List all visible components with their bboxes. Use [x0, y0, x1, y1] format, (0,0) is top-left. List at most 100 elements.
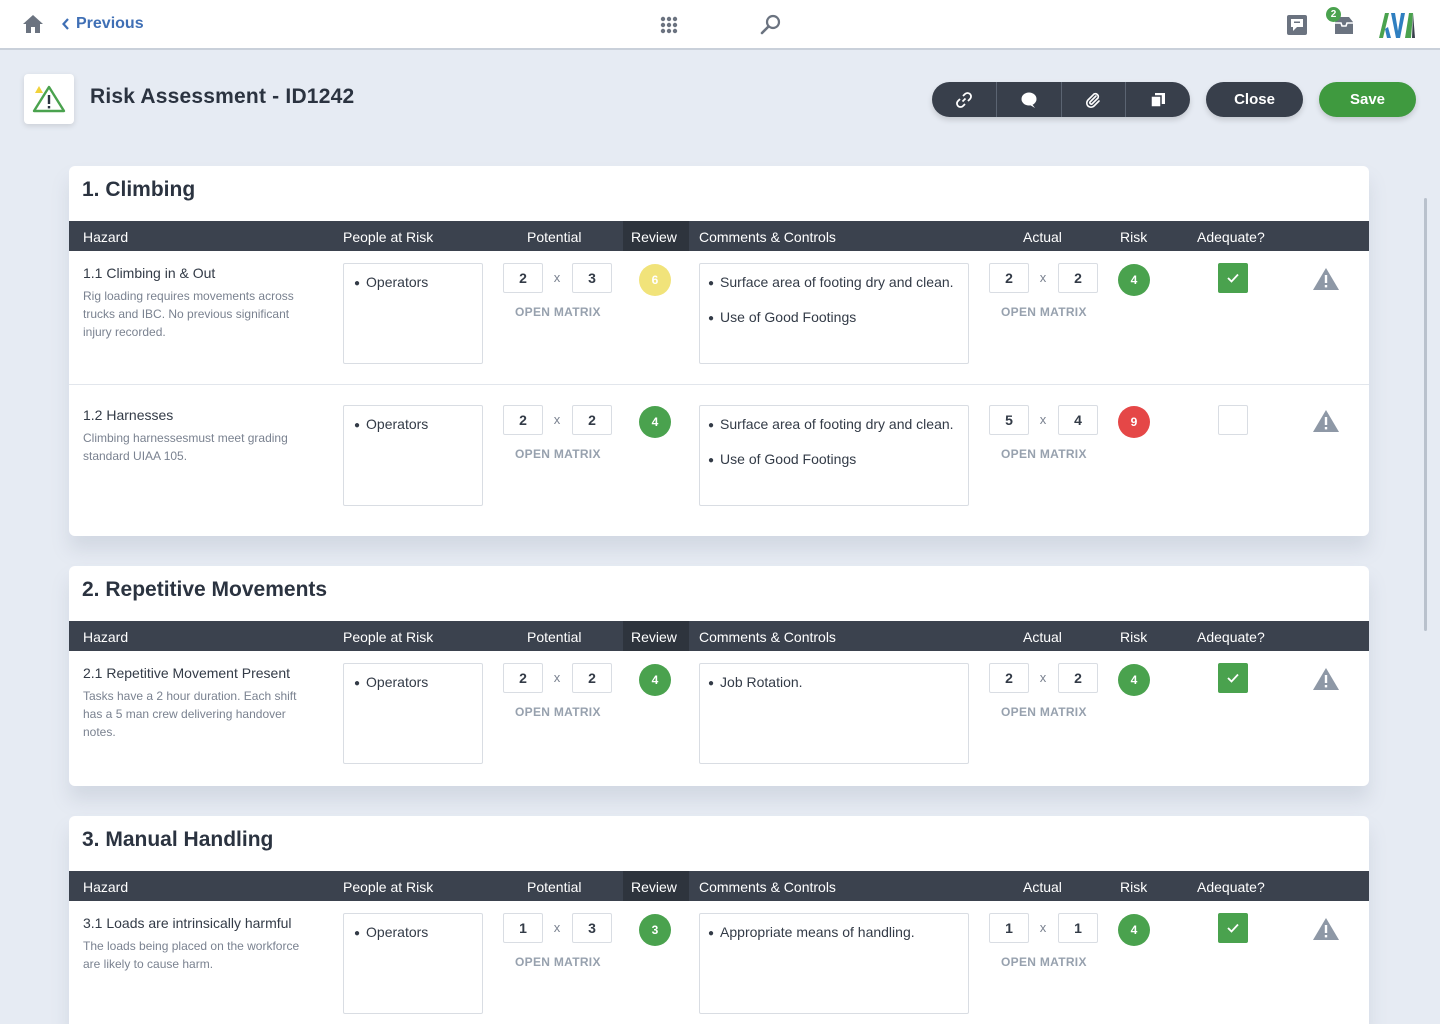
people-at-risk-field[interactable]: ● Operators — [343, 663, 483, 764]
review-score-badge: 3 — [639, 914, 671, 946]
potential-severity-input[interactable]: 3 — [572, 913, 612, 943]
warning-icon[interactable] — [1312, 409, 1340, 433]
adequate-checkbox[interactable] — [1218, 663, 1248, 693]
people-at-risk-field[interactable]: ● Operators — [343, 263, 483, 364]
open-matrix-potential-link[interactable]: OPEN MATRIX — [515, 447, 601, 461]
multiply-sign: x — [553, 670, 561, 685]
comments-controls-field[interactable]: ● Surface area of footing dry and clean. … — [699, 263, 969, 364]
potential-likelihood-input[interactable]: 2 — [503, 663, 543, 693]
open-matrix-actual-link[interactable]: OPEN MATRIX — [1001, 305, 1087, 319]
warning-icon[interactable] — [1312, 917, 1340, 941]
open-matrix-actual-link[interactable]: OPEN MATRIX — [1001, 955, 1087, 969]
section-title: 2. Repetitive Movements — [82, 578, 328, 601]
comment-item: Surface area of footing dry and clean. — [720, 274, 954, 290]
adequate-checkbox[interactable] — [1218, 913, 1248, 943]
warning-triangle-icon — [32, 85, 66, 113]
risk-score-badge: 4 — [1118, 664, 1150, 696]
warning-icon[interactable] — [1312, 667, 1340, 691]
hazard-title: 3.1 Loads are intrinsically harmful — [83, 915, 292, 931]
people-item: Operators — [366, 274, 429, 290]
actual-likelihood-input[interactable]: 5 — [989, 405, 1029, 435]
open-matrix-potential-link[interactable]: OPEN MATRIX — [515, 305, 601, 319]
col-comments: Comments & Controls — [699, 629, 836, 645]
comment-item: Use of Good Footings — [720, 309, 857, 325]
hazard-section-repetitive-movements: 2. Repetitive Movements Hazard People at… — [69, 566, 1369, 786]
open-matrix-actual-link[interactable]: OPEN MATRIX — [1001, 447, 1087, 461]
attachment-button[interactable] — [1062, 82, 1127, 117]
comment-button[interactable] — [997, 82, 1062, 117]
col-review: Review — [631, 879, 677, 895]
messages-icon[interactable] — [1286, 14, 1308, 36]
hazard-title: 2.1 Repetitive Movement Present — [83, 665, 290, 681]
actual-severity-input[interactable]: 2 — [1058, 263, 1098, 293]
link-button[interactable] — [932, 82, 997, 117]
warning-icon[interactable] — [1312, 267, 1340, 291]
col-risk: Risk — [1120, 229, 1148, 245]
table-row: 3.1 Loads are intrinsically harmful The … — [69, 901, 1369, 1024]
actual-likelihood-input[interactable]: 1 — [989, 913, 1029, 943]
apps-grid-icon[interactable] — [660, 16, 678, 34]
notification-badge: 2 — [1326, 7, 1341, 22]
home-icon[interactable] — [22, 14, 44, 34]
ava-logo[interactable] — [1378, 11, 1416, 39]
col-hazard: Hazard — [83, 229, 129, 245]
multiply-sign: x — [1039, 920, 1047, 935]
col-adequate: Adequate? — [1197, 229, 1265, 245]
copy-button[interactable] — [1126, 82, 1190, 117]
potential-likelihood-input[interactable]: 2 — [503, 263, 543, 293]
hazard-section-climbing: 1. Climbing Hazard People at Risk Potent… — [69, 166, 1369, 536]
actual-severity-input[interactable]: 1 — [1058, 913, 1098, 943]
close-button[interactable]: Close — [1206, 82, 1303, 117]
toolbar-group — [932, 82, 1190, 117]
potential-severity-input[interactable]: 2 — [572, 663, 612, 693]
people-item: Operators — [366, 416, 429, 432]
actual-likelihood-input[interactable]: 2 — [989, 263, 1029, 293]
hazard-description: Climbing harnessesmust meet grading stan… — [83, 431, 288, 463]
comments-controls-field[interactable]: ● Surface area of footing dry and clean. … — [699, 405, 969, 506]
risk-score-badge: 4 — [1118, 914, 1150, 946]
potential-severity-input[interactable]: 2 — [572, 405, 612, 435]
previous-link[interactable]: Previous — [62, 15, 144, 33]
review-score-badge: 6 — [639, 264, 671, 296]
comments-controls-field[interactable]: ● Appropriate means of handling. — [699, 913, 969, 1014]
comment-item: Appropriate means of handling. — [720, 924, 915, 940]
search-icon[interactable] — [760, 14, 782, 36]
save-button[interactable]: Save — [1319, 82, 1416, 117]
col-potential: Potential — [527, 879, 582, 895]
potential-likelihood-input[interactable]: 2 — [503, 405, 543, 435]
open-matrix-actual-link[interactable]: OPEN MATRIX — [1001, 705, 1087, 719]
copy-icon — [1150, 92, 1166, 108]
col-hazard: Hazard — [83, 879, 129, 895]
top-bar: Previous 2 — [0, 0, 1440, 50]
col-people: People at Risk — [343, 229, 434, 245]
comment-item: Job Rotation. — [720, 674, 803, 690]
col-adequate: Adequate? — [1197, 879, 1265, 895]
actual-likelihood-input[interactable]: 2 — [989, 663, 1029, 693]
people-at-risk-field[interactable]: ● Operators — [343, 913, 483, 1014]
actual-severity-input[interactable]: 4 — [1058, 405, 1098, 435]
comment-item: Surface area of footing dry and clean. — [720, 416, 954, 432]
potential-severity-input[interactable]: 3 — [572, 263, 612, 293]
table-header: Hazard People at Risk Potential Review C… — [69, 871, 1369, 901]
table-row: 2.1 Repetitive Movement Present Tasks ha… — [69, 651, 1369, 785]
hazard-section-manual-handling: 3. Manual Handling Hazard People at Risk… — [69, 816, 1369, 1024]
col-risk: Risk — [1120, 879, 1148, 895]
col-people: People at Risk — [343, 879, 434, 895]
multiply-sign: x — [1039, 670, 1047, 685]
adequate-checkbox[interactable] — [1218, 263, 1248, 293]
col-actual: Actual — [1023, 879, 1062, 895]
people-at-risk-field[interactable]: ● Operators — [343, 405, 483, 506]
checkmark-icon — [1227, 273, 1239, 283]
open-matrix-potential-link[interactable]: OPEN MATRIX — [515, 705, 601, 719]
actual-severity-input[interactable]: 2 — [1058, 663, 1098, 693]
table-header: Hazard People at Risk Potential Review C… — [69, 621, 1369, 651]
paperclip-icon — [1086, 92, 1101, 108]
adequate-checkbox[interactable] — [1218, 405, 1248, 435]
hazard-description: The loads being placed on the workforce … — [83, 939, 300, 971]
scrollbar-thumb[interactable] — [1424, 198, 1427, 631]
potential-likelihood-input[interactable]: 1 — [503, 913, 543, 943]
col-hazard: Hazard — [83, 629, 129, 645]
open-matrix-potential-link[interactable]: OPEN MATRIX — [515, 955, 601, 969]
col-people: People at Risk — [343, 629, 434, 645]
comments-controls-field[interactable]: ● Job Rotation. — [699, 663, 969, 764]
